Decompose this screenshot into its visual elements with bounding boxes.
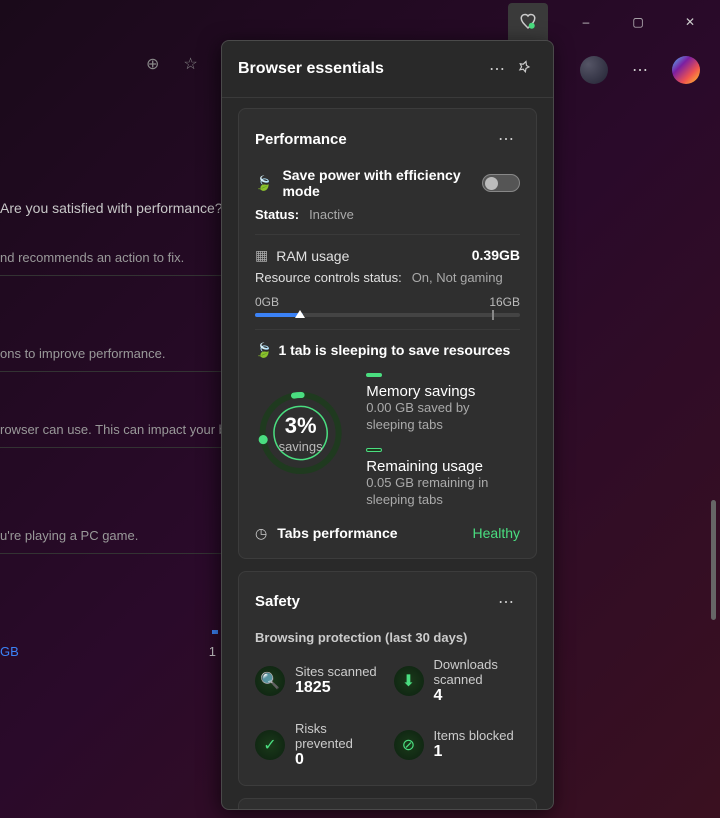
zoom-icon[interactable]: ⊕ [146, 54, 159, 74]
ram-slider[interactable]: 0GB 16GB [255, 295, 520, 317]
panel-header: Browser essentials ⋯ [222, 41, 553, 98]
slider-max: 16GB [489, 295, 520, 309]
resource-value: On, Not gaming [412, 270, 503, 285]
more-menu-button[interactable]: ⋯ [626, 56, 654, 84]
vpn-card: Microsoft Edge Secure Network Preview ⋯ … [238, 798, 537, 809]
efficiency-label: Save power with efficiency mode [282, 167, 472, 199]
browser-essentials-titlebar-button[interactable] [508, 3, 548, 41]
safety-more-button[interactable]: ⋯ [492, 588, 520, 616]
stat-label: Sites scanned [295, 664, 377, 679]
performance-more-button[interactable]: ⋯ [492, 125, 520, 153]
memory-savings-title: Memory savings [366, 383, 520, 400]
remaining-title: Remaining usage [366, 458, 520, 475]
minimize-button[interactable]: – [564, 3, 608, 41]
background-page: Are you satisfied with performance? nd r… [0, 100, 230, 659]
bg-text: u're playing a PC game. [0, 518, 230, 554]
performance-title: Performance [255, 131, 492, 148]
leaf-icon: 🍃 [255, 175, 272, 192]
browser-toolbar: ⋯ [560, 48, 720, 92]
ram-chip-icon: ▦ [255, 247, 268, 264]
tabs-perf-label: Tabs performance [277, 525, 397, 541]
gauge-label: savings [279, 439, 323, 454]
stat-label: Downloads scanned [434, 657, 521, 687]
maximize-button[interactable]: ▢ [616, 3, 660, 41]
download-icon: ⬇ [394, 666, 424, 696]
bg-text: Are you satisfied with performance? [0, 190, 230, 226]
remaining-desc: 0.05 GB remaining in sleeping tabs [366, 475, 520, 509]
safety-title: Safety [255, 593, 492, 610]
copilot-button[interactable] [672, 56, 700, 84]
stat-value: 0 [295, 751, 382, 769]
performance-card: Performance ⋯ 🍃 Save power with efficien… [238, 108, 537, 559]
stat-label: Risks prevented [295, 721, 382, 751]
panel-title: Browser essentials [238, 60, 483, 78]
favorite-icon[interactable]: ☆ [183, 54, 197, 74]
leaf-icon: 🍃 [255, 342, 272, 359]
stat-value: 1 [434, 743, 514, 761]
bg-num: 1 [209, 644, 216, 659]
bg-text: rowser can use. This can impact your bro… [0, 412, 230, 448]
scrollbar[interactable] [711, 500, 716, 620]
panel-body[interactable]: Performance ⋯ 🍃 Save power with efficien… [222, 98, 553, 809]
status-label: Status: [255, 207, 299, 222]
slider-min: 0GB [255, 295, 279, 309]
status-value: Inactive [309, 207, 354, 222]
gauge-percent: 3% [285, 413, 317, 439]
downloads-scanned-stat: ⬇ Downloads scanned 4 [394, 657, 521, 705]
shield-check-icon: ✓ [255, 730, 285, 760]
safety-card: Safety ⋯ Browsing protection (last 30 da… [238, 571, 537, 786]
stat-value: 1825 [295, 679, 377, 697]
profile-avatar[interactable] [580, 56, 608, 84]
ram-label: RAM usage [276, 248, 349, 264]
speedometer-icon: ◷ [255, 525, 267, 542]
shield-search-icon: 🔍 [255, 666, 285, 696]
bg-text: nd recommends an action to fix. [0, 240, 230, 276]
tabs-perf-status: Healthy [473, 525, 520, 541]
block-icon: ⊘ [394, 730, 424, 760]
items-blocked-stat: ⊘ Items blocked 1 [394, 721, 521, 769]
close-button[interactable]: ✕ [668, 3, 712, 41]
stat-label: Items blocked [434, 728, 514, 743]
bg-gb-label: GB [0, 644, 19, 659]
sleep-text: 1 tab is sleeping to save resources [278, 342, 510, 359]
stat-value: 4 [434, 687, 521, 705]
risks-prevented-stat: ✓ Risks prevented 0 [255, 721, 382, 769]
bg-text: ons to improve performance. [0, 336, 230, 372]
browser-essentials-panel: Browser essentials ⋯ Performance ⋯ 🍃 Sav… [221, 40, 554, 810]
window-controls: – ▢ ✕ [508, 0, 720, 44]
panel-more-button[interactable]: ⋯ [483, 55, 511, 83]
ram-value: 0.39GB [472, 247, 520, 264]
efficiency-toggle[interactable] [482, 174, 520, 192]
savings-gauge: 3% savings [255, 373, 346, 493]
memory-savings-desc: 0.00 GB saved by sleeping tabs [366, 400, 520, 434]
pin-button[interactable] [511, 56, 537, 83]
sites-scanned-stat: 🔍 Sites scanned 1825 [255, 657, 382, 705]
safety-subtitle: Browsing protection (last 30 days) [255, 630, 520, 645]
toolbar-icons-left: ⊕ ☆ [146, 54, 198, 74]
resource-label: Resource controls status: [255, 270, 402, 285]
